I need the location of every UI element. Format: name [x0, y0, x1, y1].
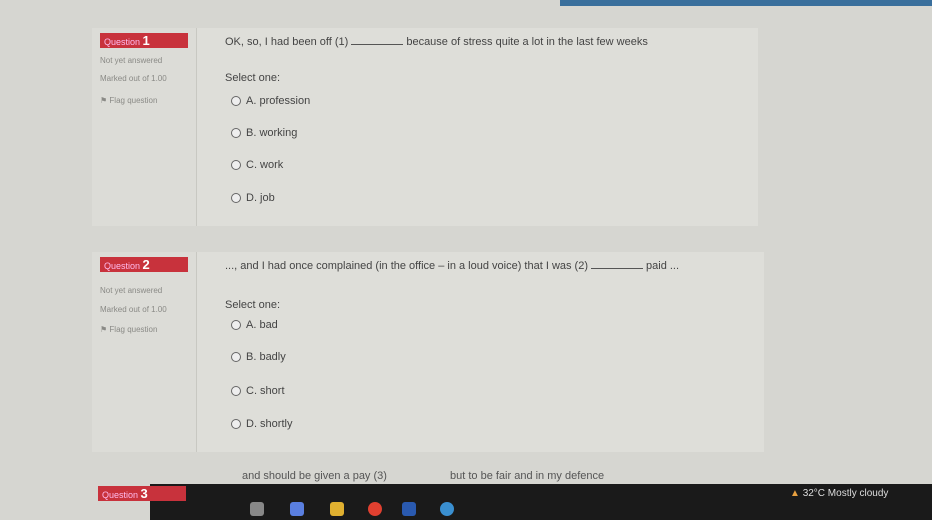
question-badge: Question 2 — [100, 257, 188, 272]
question-content: OK, so, I had been off (1) because of str… — [197, 28, 758, 226]
question-info: Question 1 Not yet answered Marked out o… — [92, 28, 197, 226]
radio-icon[interactable] — [231, 386, 241, 396]
question-content: ..., and I had once complained (in the o… — [197, 252, 764, 452]
radio-icon[interactable] — [231, 128, 241, 138]
marks: Marked out of 1.00 — [100, 74, 167, 83]
flag-question[interactable]: ⚑ Flag question — [100, 96, 157, 105]
flag-question[interactable]: ⚑ Flag question — [100, 325, 157, 334]
question-text: OK, so, I had been off (1) because of str… — [225, 36, 648, 48]
question-3: Question 3 and should be given a pay (3)… — [92, 468, 792, 508]
status: Not yet answered — [100, 286, 163, 295]
option-c[interactable]: C. short — [231, 385, 285, 397]
question-badge: Question 3 — [98, 486, 186, 501]
radio-icon[interactable] — [231, 193, 241, 203]
radio-icon[interactable] — [231, 320, 241, 330]
question-badge: Question 1 — [100, 33, 188, 48]
radio-icon[interactable] — [231, 160, 241, 170]
select-label: Select one: — [225, 299, 281, 311]
select-label: Select one: — [225, 72, 281, 84]
question-2: Question 2 Not yet answered Marked out o… — [92, 252, 764, 452]
weather-widget[interactable]: ▲ 32°C Mostly cloudy — [790, 488, 888, 499]
marks: Marked out of 1.00 — [100, 305, 167, 314]
radio-icon[interactable] — [231, 352, 241, 362]
radio-icon[interactable] — [231, 419, 241, 429]
radio-icon[interactable] — [231, 96, 241, 106]
option-b[interactable]: B. badly — [231, 351, 286, 363]
question-text: and should be given a pay (3) but to be … — [242, 470, 605, 482]
question-text: ..., and I had once complained (in the o… — [225, 260, 680, 272]
option-d[interactable]: D. shortly — [231, 418, 292, 430]
question-1: Question 1 Not yet answered Marked out o… — [92, 28, 758, 226]
question-info: Question 2 Not yet answered Marked out o… — [92, 252, 197, 452]
option-b[interactable]: B. working — [231, 127, 297, 139]
option-a[interactable]: A. bad — [231, 319, 278, 331]
top-bar — [560, 0, 932, 6]
status: Not yet answered — [100, 56, 163, 65]
option-d[interactable]: D. job — [231, 192, 275, 204]
blank — [591, 268, 644, 269]
option-c[interactable]: C. work — [231, 159, 283, 171]
option-a[interactable]: A. profession — [231, 95, 310, 107]
blank — [351, 44, 404, 45]
